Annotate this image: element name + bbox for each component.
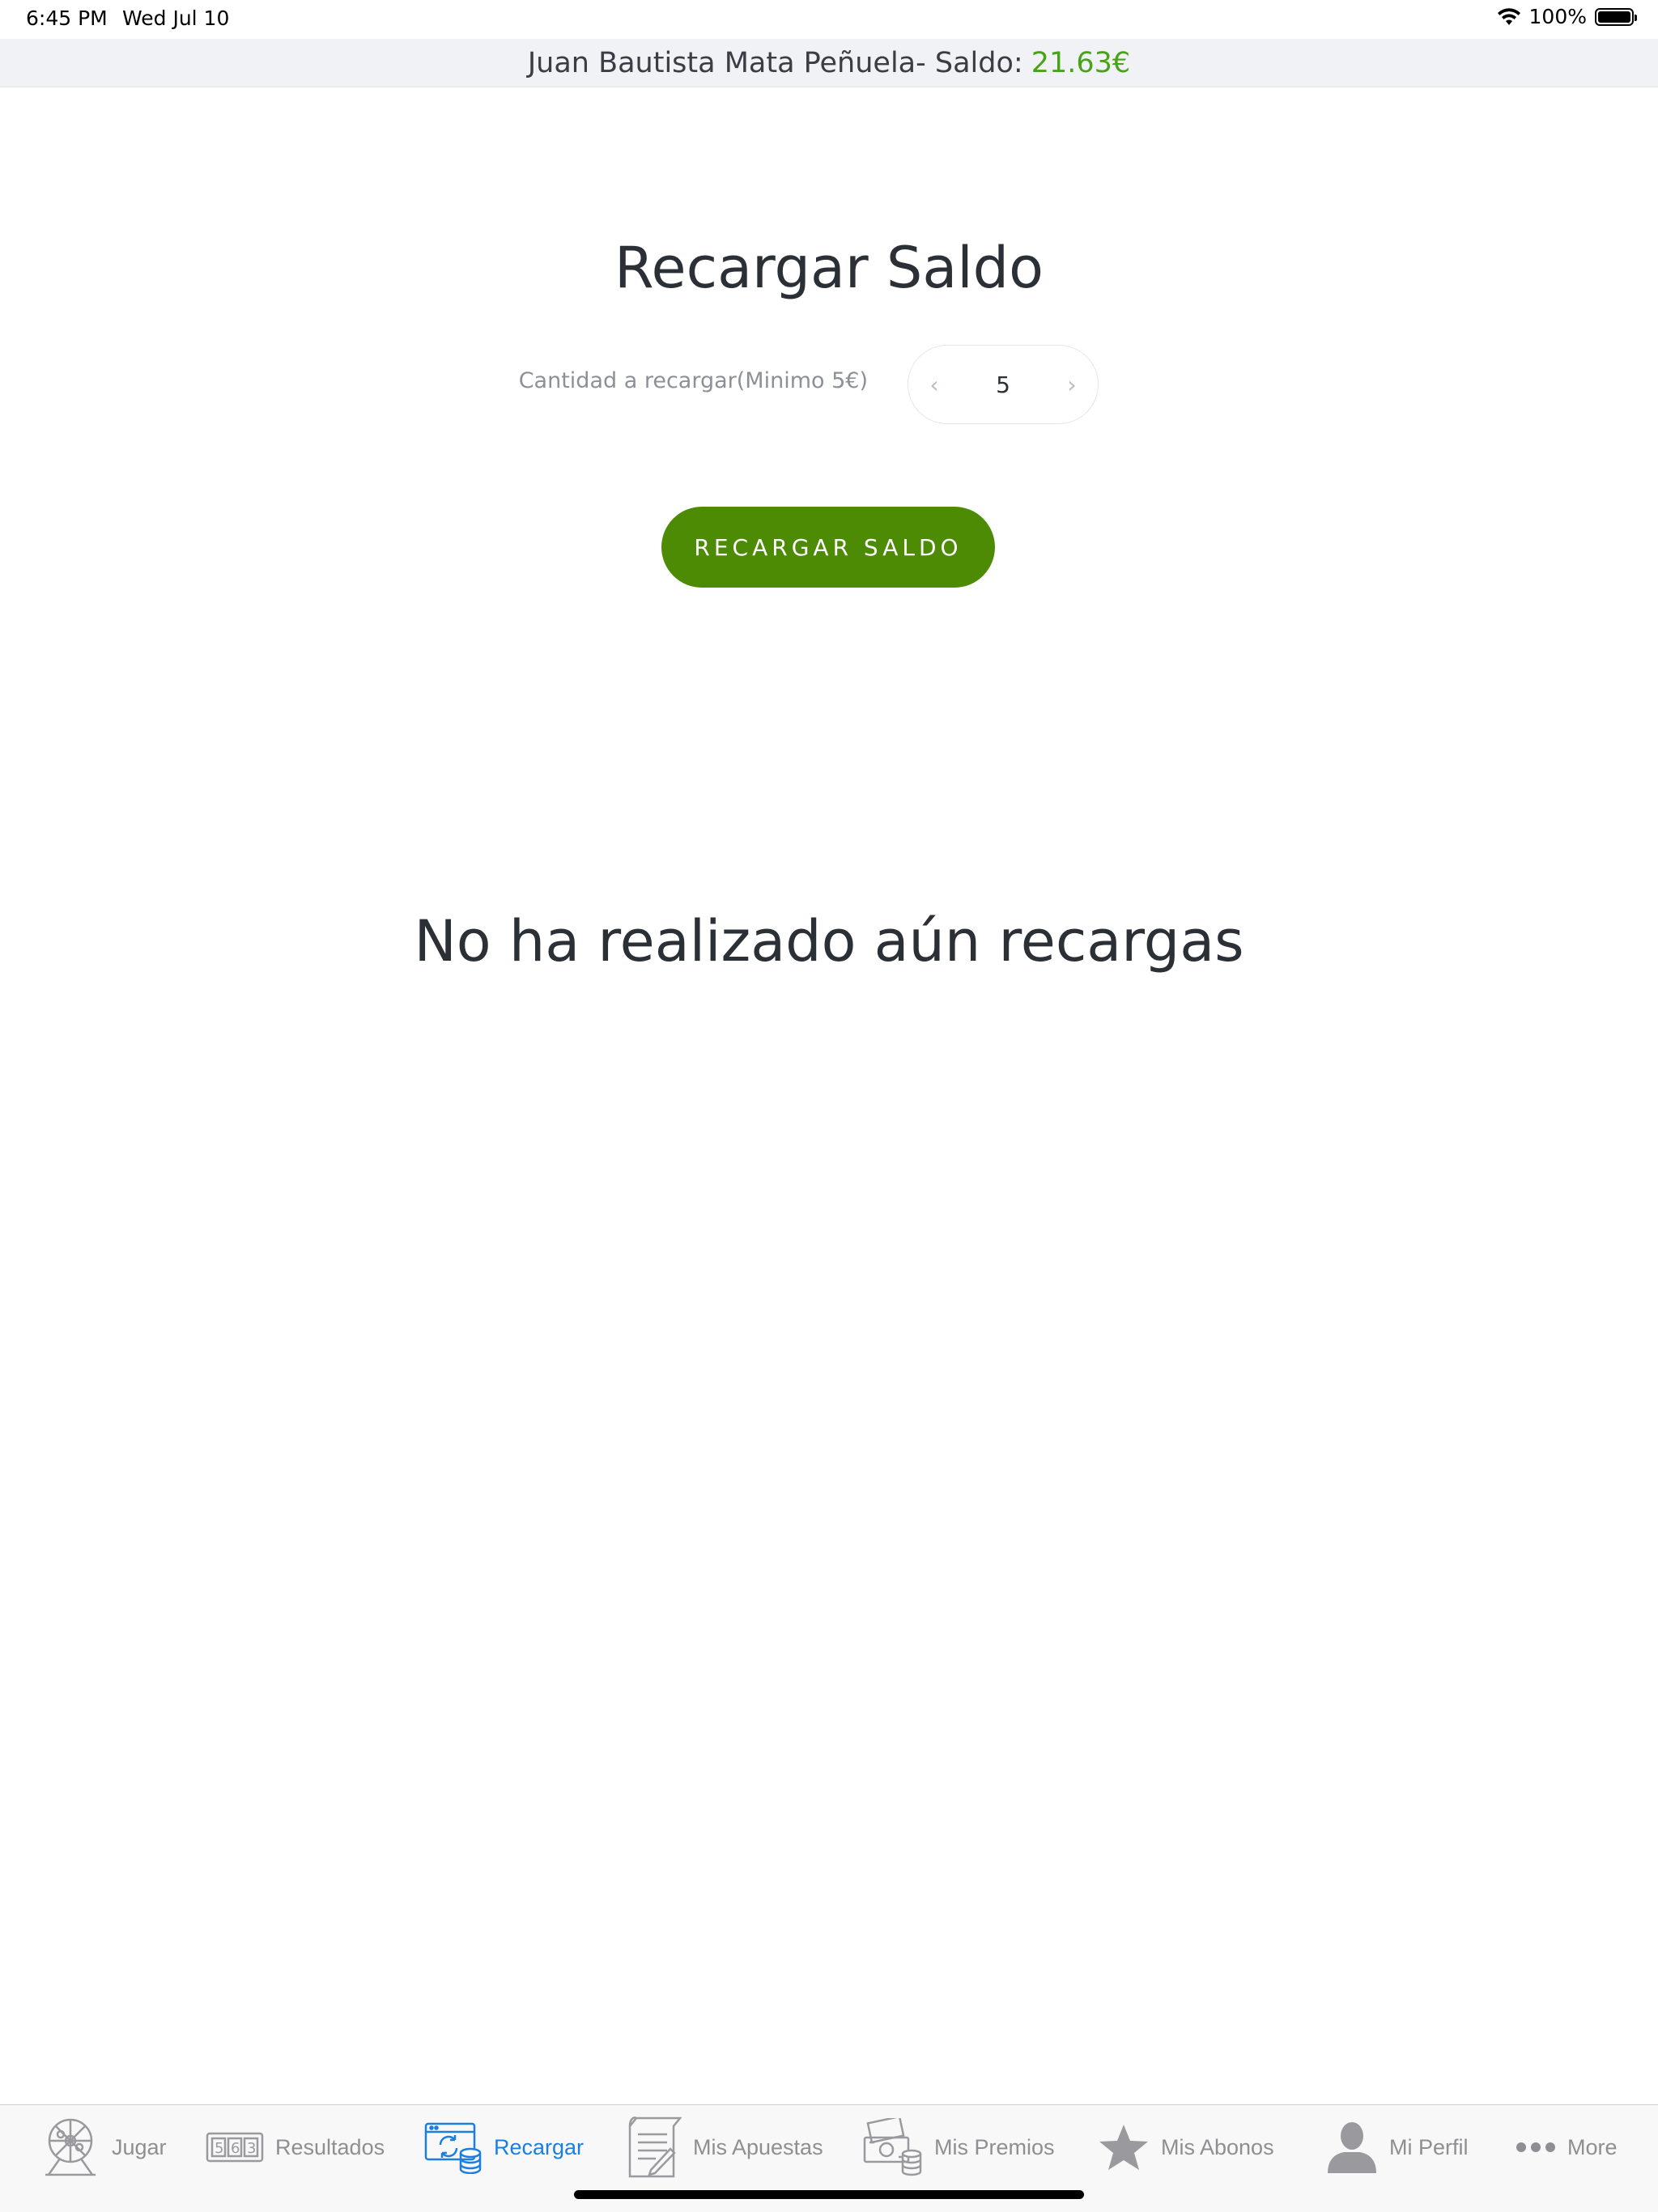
status-date: Wed Jul 10 [122,6,230,30]
prizes-money-icon [863,2118,922,2176]
more-dots-icon [1516,2142,1555,2152]
page-title: Recargar Saldo [614,235,1044,301]
tab-mi-perfil[interactable]: Mi Perfil [1326,2116,1469,2178]
tab-label-more: More [1567,2134,1618,2159]
tab-mis-apuestas[interactable]: Mis Apuestas [623,2116,823,2178]
user-name: Juan Bautista Mata Peñuela- Saldo: [527,46,1023,79]
tab-label-mi-perfil: Mi Perfil [1389,2134,1469,2159]
lottery-drum-icon [45,2118,96,2176]
tab-label-resultados: Resultados [275,2134,385,2159]
recharge-button[interactable]: RECARGAR SALDO [661,507,995,588]
battery-icon [1595,7,1637,26]
empty-recharges-message: No ha realizado aún recargas [414,908,1244,974]
tab-recargar[interactable]: Recargar [424,2116,584,2178]
svg-text:5: 5 [215,2140,223,2157]
amount-stepper[interactable]: ‹ 5 › [908,345,1099,424]
tab-label-jugar: Jugar [112,2134,167,2159]
star-icon [1099,2125,1148,2170]
tab-label-mis-apuestas: Mis Apuestas [693,2134,823,2159]
decrement-button[interactable]: ‹ [923,371,946,398]
home-indicator[interactable] [574,2190,1084,2199]
results-numbers-icon: 5 6 3 [206,2132,264,2163]
status-bar: 6:45 PM Wed Jul 10 100% [0,0,1658,39]
tab-label-mis-abonos: Mis Abonos [1161,2134,1274,2159]
person-icon [1328,2122,1376,2173]
tab-label-recargar: Recargar [494,2134,585,2159]
tab-mis-premios[interactable]: Mis Premios [863,2116,1055,2178]
wifi-icon [1497,7,1520,25]
increment-button[interactable]: › [1061,371,1083,398]
tab-label-mis-premios: Mis Premios [934,2134,1055,2159]
tab-more[interactable]: More [1516,2116,1618,2178]
amount-value[interactable]: 5 [946,371,1061,398]
bets-document-icon [628,2116,682,2178]
svg-text:6: 6 [231,2140,240,2157]
status-time: 6:45 PM [26,6,108,30]
tab-jugar[interactable]: Jugar [40,2116,167,2178]
tab-mis-abonos[interactable]: Mis Abonos [1098,2116,1274,2178]
user-balance-bar: Juan Bautista Mata Peñuela- Saldo: 21.63… [0,39,1658,87]
recharge-coins-icon [424,2122,482,2174]
balance-amount: 21.63€ [1031,46,1131,79]
status-right: 100% [1497,5,1637,28]
tab-resultados[interactable]: 5 6 3 Resultados [206,2116,385,2178]
battery-percent: 100% [1528,5,1587,28]
amount-label: Cantidad a recargar(Minimo 5€) [518,368,868,393]
svg-text:3: 3 [247,2140,256,2157]
